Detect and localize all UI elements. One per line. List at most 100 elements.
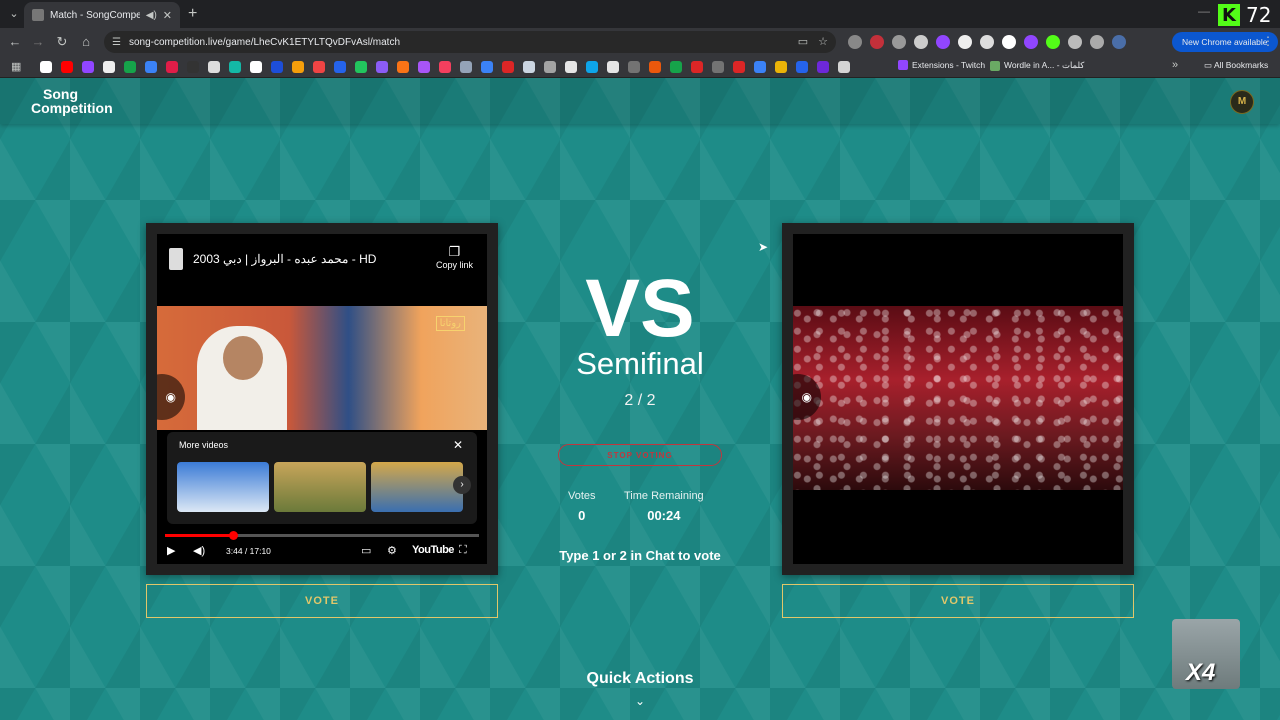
bookmark-icon[interactable] — [796, 61, 808, 73]
bookmark-icon[interactable] — [817, 61, 829, 73]
reading-list-icon[interactable] — [1090, 35, 1104, 49]
copy-icon: ❐ — [448, 244, 461, 259]
bookmark-extensions-twitch[interactable]: Extensions - Twitch — [898, 60, 985, 70]
site-info-icon[interactable]: ☰ — [112, 37, 121, 48]
play-icon[interactable]: ▶ — [167, 544, 175, 557]
extension-icon[interactable] — [1024, 35, 1038, 49]
back-icon[interactable]: ← — [7, 34, 23, 49]
bookmark-icon[interactable] — [460, 61, 472, 73]
seek-bar[interactable] — [165, 531, 479, 540]
bookmark-icon[interactable] — [418, 61, 430, 73]
menu-kebab-icon[interactable]: ⋮ — [1262, 34, 1274, 48]
extensions-row — [848, 35, 1126, 49]
extension-icon[interactable] — [980, 35, 994, 49]
copy-link-button[interactable]: ❐ Copy link — [436, 244, 473, 270]
bookmark-icon[interactable] — [775, 61, 787, 73]
video-thumbnail[interactable] — [274, 462, 366, 512]
bookmark-icon[interactable] — [229, 61, 241, 73]
new-tab-icon[interactable]: + — [188, 5, 197, 23]
bookmark-icon[interactable] — [565, 61, 577, 73]
vote-button-1[interactable]: VOTE — [146, 584, 498, 618]
close-icon[interactable]: ✕ — [453, 438, 463, 452]
bookmark-icon[interactable] — [208, 61, 220, 73]
cast-icon[interactable]: ▭ — [798, 35, 808, 48]
address-bar[interactable]: ☰ song-competition.live/game/LheCvK1ETYL… — [104, 31, 836, 53]
bookmark-icon[interactable] — [124, 61, 136, 73]
reload-icon[interactable]: ↻ — [54, 34, 70, 50]
profile-icon[interactable] — [1112, 35, 1126, 49]
bookmark-icon[interactable] — [691, 61, 703, 73]
bookmark-icon[interactable] — [754, 61, 766, 73]
chevron-right-icon[interactable]: › — [453, 476, 471, 494]
bookmark-icon[interactable] — [607, 61, 619, 73]
bookmark-icon[interactable] — [61, 61, 73, 73]
extension-icon[interactable] — [870, 35, 884, 49]
video-thumbnail[interactable] — [177, 462, 269, 512]
bookmark-icon[interactable] — [439, 61, 451, 73]
bookmark-icon[interactable] — [334, 61, 346, 73]
video-thumbnail[interactable] — [371, 462, 463, 512]
bookmark-icon[interactable] — [292, 61, 304, 73]
minimize-icon[interactable]: — — [1198, 4, 1210, 18]
puzzle-icon[interactable] — [1068, 35, 1082, 49]
bookmark-icon[interactable] — [82, 61, 94, 73]
bookmark-icon[interactable] — [271, 61, 283, 73]
vote-button-2[interactable]: VOTE — [782, 584, 1134, 618]
bookmark-icon[interactable] — [733, 61, 745, 73]
bookmark-icon[interactable] — [40, 61, 52, 73]
home-icon[interactable]: ⌂ — [78, 34, 94, 49]
extension-icon[interactable] — [914, 35, 928, 49]
extension-icon[interactable] — [1002, 35, 1016, 49]
video-title[interactable]: محمد عبده - البرواز | دبي 2003 - HD — [193, 252, 376, 266]
youtube-logo[interactable]: YouTube — [412, 544, 454, 556]
bookmark-icon[interactable] — [649, 61, 661, 73]
bookmark-icon[interactable] — [670, 61, 682, 73]
bookmark-icon[interactable] — [145, 61, 157, 73]
channel-avatar[interactable] — [169, 248, 183, 270]
bookmark-icon[interactable] — [523, 61, 535, 73]
bookmark-icon[interactable] — [628, 61, 640, 73]
seek-knob[interactable] — [229, 531, 239, 540]
extension-icon[interactable] — [936, 35, 950, 49]
bookmark-icon[interactable] — [313, 61, 325, 73]
quick-actions-title[interactable]: Quick Actions — [540, 670, 740, 688]
bookmark-icon[interactable] — [712, 61, 724, 73]
apps-grid-icon[interactable]: ▦ — [11, 60, 21, 73]
fullscreen-icon[interactable]: ⛶ — [459, 544, 467, 557]
tab-close-icon[interactable]: ✕ — [163, 9, 172, 22]
bookmark-icon[interactable] — [586, 61, 598, 73]
extension-icon[interactable] — [958, 35, 972, 49]
more-bookmarks-icon[interactable]: » — [1172, 59, 1178, 71]
bookmark-icon[interactable] — [481, 61, 493, 73]
bookmark-star-icon[interactable]: ☆ — [818, 35, 828, 48]
bookmark-icon[interactable] — [838, 61, 850, 73]
bookmark-icon[interactable] — [166, 61, 178, 73]
forward-icon[interactable]: → — [30, 34, 46, 49]
chevron-down-icon[interactable]: ⌄ — [540, 694, 740, 708]
bookmark-icon[interactable] — [103, 61, 115, 73]
bookmark-icon[interactable] — [544, 61, 556, 73]
captions-icon[interactable]: ▭ — [361, 544, 371, 557]
stop-voting-button[interactable]: STOP VOTING — [558, 444, 722, 466]
all-bookmarks[interactable]: ▭ All Bookmarks — [1204, 60, 1268, 71]
extension-icon[interactable] — [892, 35, 906, 49]
settings-gear-icon[interactable]: ⚙ — [387, 544, 397, 557]
extension-icon[interactable] — [1046, 35, 1060, 49]
tab-search-icon[interactable]: ⌄ — [6, 6, 22, 22]
video-player-2[interactable]: ◉ — [793, 234, 1123, 564]
bookmark-icon[interactable] — [250, 61, 262, 73]
bookmark-wordle[interactable]: Wordle in A... - كلمات — [990, 60, 1084, 71]
bookmark-icon[interactable] — [502, 61, 514, 73]
bookmark-icon[interactable] — [187, 61, 199, 73]
extension-icon[interactable] — [848, 35, 862, 49]
bookmark-icon[interactable] — [376, 61, 388, 73]
speaker-icon[interactable]: ◀) — [146, 10, 157, 21]
volume-icon[interactable]: ◀) — [193, 544, 205, 557]
site-logo[interactable]: Song Competition — [31, 87, 113, 115]
bookmark-icon[interactable] — [397, 61, 409, 73]
bookmark-icon[interactable] — [355, 61, 367, 73]
active-tab[interactable]: Match - SongCompetition ◀) ✕ — [24, 2, 180, 28]
tab-title: Match - SongCompetition — [50, 9, 140, 21]
youtube-player[interactable]: محمد عبده - البرواز | دبي 2003 - HD ❐ Co… — [157, 234, 487, 564]
avatar[interactable]: M — [1230, 90, 1254, 114]
